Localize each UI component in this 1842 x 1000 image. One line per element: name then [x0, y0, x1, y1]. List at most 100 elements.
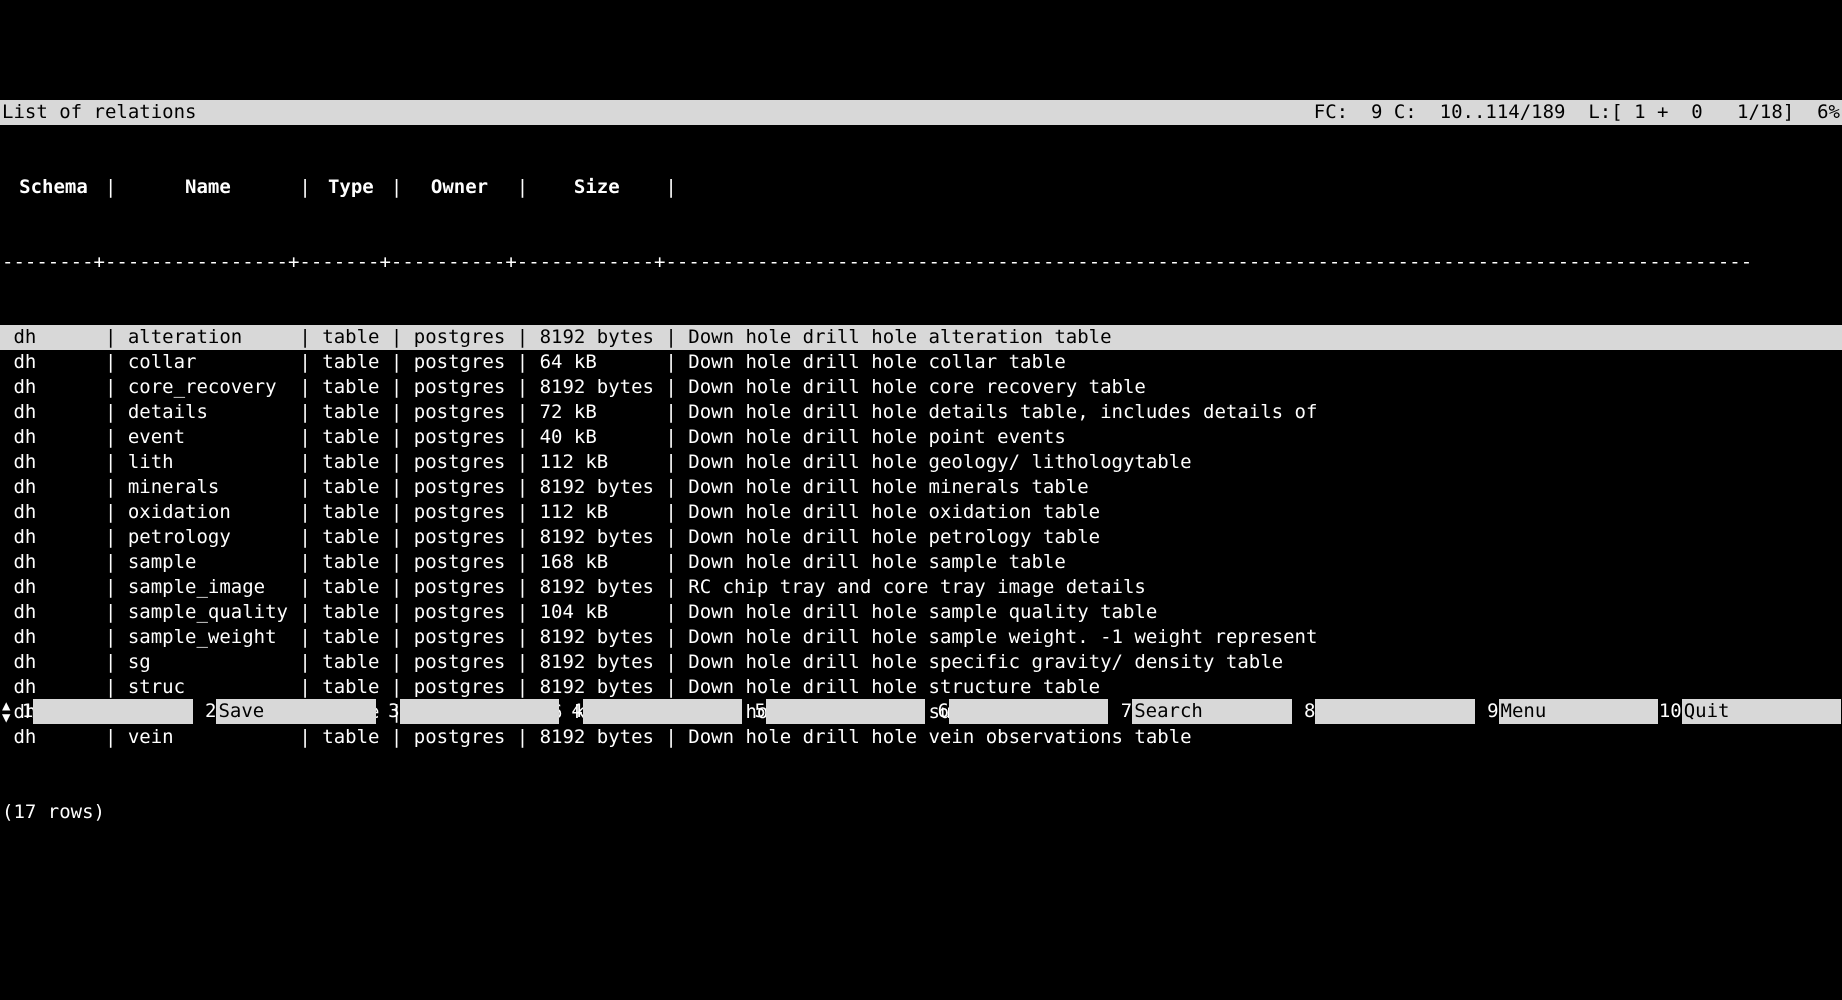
- table-row[interactable]: dh|lith|table|postgres|112 kB|Down hole …: [0, 450, 1842, 475]
- function-key-bar: ▲ ▼ 1 2Save34567Search8 9Menu10Quit: [0, 699, 1842, 724]
- cell-type: table: [311, 500, 391, 525]
- cell-name: alteration: [116, 325, 299, 350]
- hdr-desc: [677, 175, 1842, 200]
- cell-owner: postgres: [402, 500, 516, 525]
- fnkey-2[interactable]: 2Save: [194, 699, 377, 724]
- row-count: (17 rows): [0, 800, 1842, 825]
- table-body: dh|alteration|table|postgres|8192 bytes|…: [0, 325, 1842, 750]
- table-row[interactable]: dh|oxidation|table|postgres|112 kB|Down …: [0, 500, 1842, 525]
- cell-size: 168 kB: [528, 550, 665, 575]
- fnkey-label[interactable]: Search: [1132, 699, 1291, 724]
- cell-type: table: [311, 375, 391, 400]
- cell-size: 8192 bytes: [528, 375, 665, 400]
- fnkey-label[interactable]: [949, 699, 1108, 724]
- cell-schema: dh: [2, 400, 105, 425]
- cell-owner: postgres: [402, 425, 516, 450]
- cell-owner: postgres: [402, 475, 516, 500]
- cell-name: core_recovery: [116, 375, 299, 400]
- fnkey-num: 8: [1293, 699, 1316, 724]
- cell-desc: Down hole drill hole structure table: [677, 675, 1842, 700]
- table-row[interactable]: dh|collar|table|postgres|64 kB|Down hole…: [0, 350, 1842, 375]
- hdr-owner: Owner: [402, 175, 516, 200]
- cell-type: table: [311, 350, 391, 375]
- fnkey-num: 7: [1109, 699, 1132, 724]
- cell-schema: dh: [2, 675, 105, 700]
- table-row[interactable]: dh|details|table|postgres|72 kB|Down hol…: [0, 400, 1842, 425]
- cell-name: sample_image: [116, 575, 299, 600]
- table-row[interactable]: dh|core_recovery|table|postgres|8192 byt…: [0, 375, 1842, 400]
- table-row[interactable]: dh|struc|table|postgres|8192 bytes|Down …: [0, 675, 1842, 700]
- cell-desc: Down hole drill hole vein observations t…: [677, 725, 1842, 750]
- cell-type: table: [311, 625, 391, 650]
- scroll-indicator[interactable]: ▲ ▼: [2, 700, 10, 724]
- cell-size: 8192 bytes: [528, 675, 665, 700]
- fnkey-label[interactable]: [1315, 699, 1474, 724]
- cell-owner: postgres: [402, 725, 516, 750]
- fnkey-label[interactable]: [766, 699, 925, 724]
- cell-owner: postgres: [402, 400, 516, 425]
- cell-size: 40 kB: [528, 425, 665, 450]
- cell-name: minerals: [116, 475, 299, 500]
- fnkey-label[interactable]: [583, 699, 742, 724]
- cell-type: table: [311, 650, 391, 675]
- titlebar: List of relations FC: 9 C: 10..114/189 L…: [0, 100, 1842, 125]
- cell-size: 8192 bytes: [528, 525, 665, 550]
- fnkey-1[interactable]: 1: [10, 699, 193, 724]
- table-row[interactable]: dh|sample_quality|table|postgres|104 kB|…: [0, 600, 1842, 625]
- cell-size: 8192 bytes: [528, 625, 665, 650]
- table-row[interactable]: dh|sample_image|table|postgres|8192 byte…: [0, 575, 1842, 600]
- table-row[interactable]: dh|sample|table|postgres|168 kB|Down hol…: [0, 550, 1842, 575]
- scroll-down-icon[interactable]: ▼: [2, 712, 10, 724]
- header-row: Schema| Name| Type| Owner| Size|: [0, 175, 1842, 200]
- cell-size: 112 kB: [528, 500, 665, 525]
- cell-owner: postgres: [402, 650, 516, 675]
- cell-size: 8192 bytes: [528, 575, 665, 600]
- cell-owner: postgres: [402, 375, 516, 400]
- fnkey-label[interactable]: Quit: [1682, 699, 1841, 724]
- cell-desc: Down hole drill hole specific gravity/ d…: [677, 650, 1842, 675]
- table-row[interactable]: dh|vein|table|postgres|8192 bytes|Down h…: [0, 725, 1842, 750]
- fnkey-4[interactable]: 4: [560, 699, 743, 724]
- cell-owner: postgres: [402, 625, 516, 650]
- table-row[interactable]: dh|petrology|table|postgres|8192 bytes|D…: [0, 525, 1842, 550]
- cell-schema: dh: [2, 575, 105, 600]
- fnkey-label[interactable]: [400, 699, 559, 724]
- fnkey-6[interactable]: 6: [926, 699, 1109, 724]
- cell-name: petrology: [116, 525, 299, 550]
- fnkey-9[interactable]: 9Menu: [1476, 699, 1659, 724]
- cell-type: table: [311, 725, 391, 750]
- cell-name: event: [116, 425, 299, 450]
- cell-schema: dh: [2, 625, 105, 650]
- fnkey-8[interactable]: 8: [1293, 699, 1476, 724]
- cell-desc: Down hole drill hole collar table: [677, 350, 1842, 375]
- cell-type: table: [311, 550, 391, 575]
- table-row[interactable]: dh|event|table|postgres|40 kB|Down hole …: [0, 425, 1842, 450]
- cell-owner: postgres: [402, 525, 516, 550]
- fnkey-7[interactable]: 7Search: [1109, 699, 1292, 724]
- cell-desc: Down hole drill hole sample table: [677, 550, 1842, 575]
- hdr-name: Name: [116, 175, 299, 200]
- cell-schema: dh: [2, 500, 105, 525]
- cell-size: 8192 bytes: [528, 475, 665, 500]
- cell-type: table: [311, 400, 391, 425]
- table-row[interactable]: dh|sample_weight|table|postgres|8192 byt…: [0, 625, 1842, 650]
- cell-desc: Down hole drill hole point events: [677, 425, 1842, 450]
- fnkey-5[interactable]: 5: [743, 699, 926, 724]
- title-status: FC: 9 C: 10..114/189 L:[ 1 + 0 1/18] 6%: [1314, 100, 1840, 125]
- hdr-size: Size: [528, 175, 665, 200]
- table-row[interactable]: dh|sg|table|postgres|8192 bytes|Down hol…: [0, 650, 1842, 675]
- fnkey-10[interactable]: 10Quit: [1659, 699, 1842, 724]
- table-row[interactable]: dh|alteration|table|postgres|8192 bytes|…: [0, 325, 1842, 350]
- hdr-type: Type: [311, 175, 391, 200]
- cell-owner: postgres: [402, 600, 516, 625]
- fnkey-label[interactable]: Save: [216, 699, 375, 724]
- fnkey-label[interactable]: [33, 699, 192, 724]
- fnkey-label[interactable]: Menu: [1499, 699, 1658, 724]
- cell-desc: Down hole drill hole petrology table: [677, 525, 1842, 550]
- table-row[interactable]: dh|minerals|table|postgres|8192 bytes|Do…: [0, 475, 1842, 500]
- fnkey-num: 1: [10, 699, 33, 724]
- cell-schema: dh: [2, 550, 105, 575]
- fnkey-num: 10: [1659, 699, 1682, 724]
- cell-desc: Down hole drill hole oxidation table: [677, 500, 1842, 525]
- fnkey-3[interactable]: 3: [377, 699, 560, 724]
